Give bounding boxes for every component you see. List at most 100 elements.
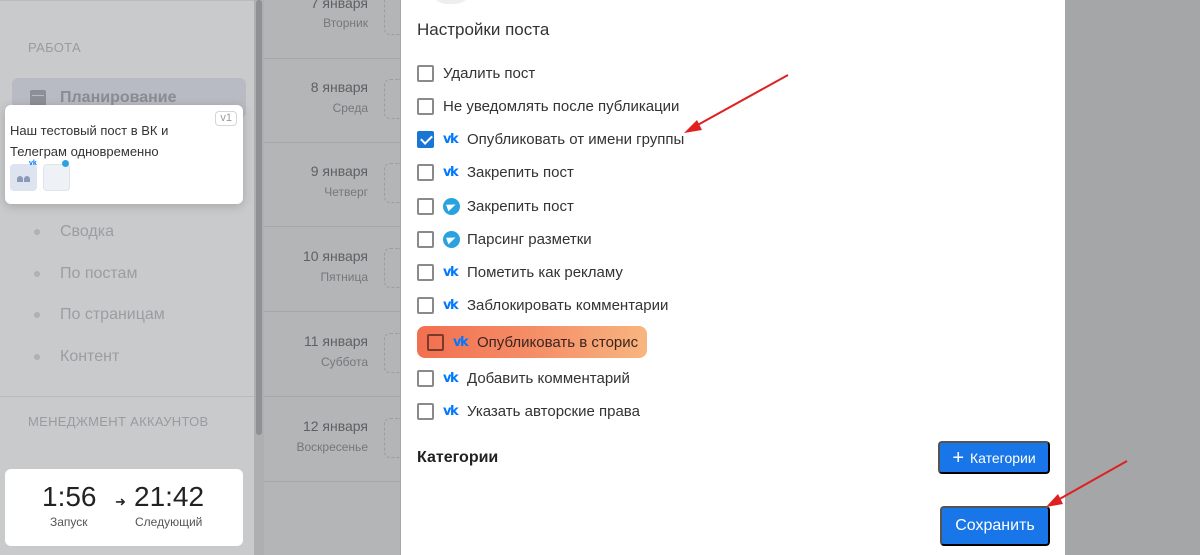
- launch-time: 1:56: [42, 481, 97, 512]
- image-placeholder-icon: [43, 164, 70, 191]
- post-preview-card[interactable]: v1 Наш тестовый пост в ВК и Телеграм одн…: [5, 105, 243, 204]
- vk-icon: vk: [443, 264, 459, 280]
- sidebar-item-label: По постам: [60, 265, 138, 282]
- checkbox[interactable]: [417, 263, 434, 281]
- telegram-icon: [62, 160, 69, 167]
- sidebar-item-label: Контент: [60, 348, 120, 365]
- section-label-work: РАБОТА: [28, 40, 81, 55]
- vk-icon: vk: [443, 297, 459, 313]
- checkbox[interactable]: [417, 163, 434, 181]
- option-parse-markup[interactable]: Парсинг разметки: [417, 228, 592, 250]
- button-label: Категории: [970, 449, 1036, 466]
- add-post-slot[interactable]: [384, 248, 400, 288]
- version-badge: v1: [215, 111, 237, 126]
- bullet-icon: [34, 228, 40, 235]
- people-icon: [17, 173, 30, 182]
- calendar-day: 7 января Вторник: [264, 0, 400, 59]
- option-publish-as-group[interactable]: vk Опубликовать от имени группы: [417, 128, 684, 150]
- checkbox[interactable]: [417, 64, 434, 82]
- option-label: Добавить комментарий: [467, 369, 630, 387]
- option-label: Пометить как рекламу: [467, 263, 623, 281]
- vk-icon: vk: [453, 334, 469, 350]
- categories-label: Категории: [417, 449, 499, 466]
- day-date: 7 января: [310, 0, 368, 11]
- post-settings-modal: Настройки поста Удалить пост Не уведомля…: [401, 0, 1065, 555]
- option-pin-post-vk[interactable]: vk Закрепить пост: [417, 161, 574, 183]
- calendar-day: 10 января Пятница: [264, 228, 400, 312]
- calendar-day: 12 января Воскресенье: [264, 398, 400, 482]
- telegram-icon: [443, 197, 460, 215]
- checkbox-checked[interactable]: [417, 130, 434, 148]
- section-label-accounts: МЕНЕДЖМЕНТ АККАУНТОВ: [28, 414, 209, 429]
- checkbox[interactable]: [417, 402, 434, 420]
- option-label: Парсинг разметки: [467, 230, 592, 248]
- next-time: 21:42: [134, 481, 205, 512]
- launch-label: Запуск: [50, 515, 88, 529]
- day-weekday: Вторник: [323, 16, 368, 30]
- sidebar-scrollbar-thumb[interactable]: [256, 0, 262, 435]
- checkbox[interactable]: [417, 197, 434, 215]
- vk-icon: vk: [443, 164, 459, 180]
- checkbox[interactable]: [417, 296, 434, 314]
- option-copyright[interactable]: vk Указать авторские права: [417, 400, 640, 422]
- add-post-slot[interactable]: [384, 418, 400, 458]
- checkbox[interactable]: [417, 97, 434, 115]
- option-label: Закрепить пост: [467, 197, 574, 215]
- save-button[interactable]: Сохранить: [940, 506, 1050, 546]
- modal-title: Настройки поста: [417, 20, 550, 39]
- option-publish-to-stories[interactable]: vk Опубликовать в сторис: [417, 326, 647, 358]
- vk-icon: vk: [443, 131, 459, 147]
- schedule-timer-card: 1:56 Запуск ➜ 21:42 Следующий: [5, 469, 243, 546]
- option-label: Удалить пост: [443, 64, 536, 82]
- group-avatar: [10, 164, 37, 191]
- sidebar-item-summary[interactable]: Сводка: [34, 223, 114, 241]
- sidebar-divider: [0, 396, 254, 397]
- option-label: Заблокировать комментарии: [467, 296, 669, 314]
- bullet-icon: [34, 353, 40, 360]
- option-delete-post[interactable]: Удалить пост: [417, 62, 535, 84]
- option-mark-as-ad[interactable]: vk Пометить как рекламу: [417, 261, 623, 283]
- add-category-button[interactable]: + Категории: [938, 441, 1050, 474]
- sidebar-item-content[interactable]: Контент: [34, 348, 119, 366]
- add-post-slot[interactable]: [384, 0, 400, 35]
- day-weekday: Четверг: [324, 185, 368, 199]
- sidebar-item-by-pages[interactable]: По страницам: [34, 306, 165, 324]
- option-add-comment[interactable]: vk Добавить комментарий: [417, 367, 630, 389]
- checkbox[interactable]: [417, 230, 434, 248]
- checkbox[interactable]: [427, 333, 444, 351]
- calendar-column: 7 января Вторник 8 января Среда 9 января…: [264, 0, 400, 555]
- sidebar-item-label: По страницам: [60, 306, 165, 323]
- option-pin-post-telegram[interactable]: Закрепить пост: [417, 195, 574, 217]
- option-label: Опубликовать в сторис: [477, 333, 639, 351]
- sidebar-item-label: Сводка: [60, 223, 115, 240]
- next-label: Следующий: [135, 515, 203, 529]
- day-date: 11 января: [303, 333, 368, 349]
- telegram-icon: [443, 230, 460, 248]
- bullet-icon: [34, 311, 40, 318]
- bullet-icon: [34, 270, 40, 277]
- add-post-slot[interactable]: [384, 163, 400, 203]
- day-date: 10 января: [302, 248, 368, 264]
- sidebar-divider: [0, 0, 254, 1]
- option-no-notify[interactable]: Не уведомлять после публикации: [417, 95, 679, 117]
- option-label: Указать авторские права: [467, 402, 640, 420]
- plus-icon: +: [952, 446, 964, 469]
- vk-icon: vk: [443, 403, 459, 419]
- calendar-icon: [30, 90, 46, 106]
- arrow-right-icon: ➜: [115, 494, 126, 509]
- vk-icon: vk: [29, 160, 37, 167]
- calendar-day: 11 января Суббота: [264, 313, 400, 397]
- option-block-comments[interactable]: vk Заблокировать комментарии: [417, 294, 668, 316]
- day-date: 12 января: [302, 418, 368, 434]
- add-post-slot[interactable]: [384, 333, 400, 373]
- day-weekday: Пятница: [320, 270, 369, 284]
- vk-icon: vk: [443, 370, 459, 386]
- calendar-day: 9 января Четверг: [264, 143, 400, 227]
- add-post-slot[interactable]: [384, 79, 400, 119]
- day-weekday: Суббота: [321, 355, 368, 369]
- day-date: 9 января: [310, 163, 368, 179]
- checkbox[interactable]: [417, 369, 434, 387]
- option-label: Не уведомлять после публикации: [443, 97, 680, 115]
- post-preview-text: Наш тестовый пост в ВК и Телеграм одновр…: [10, 123, 169, 159]
- sidebar-item-by-posts[interactable]: По постам: [34, 265, 137, 283]
